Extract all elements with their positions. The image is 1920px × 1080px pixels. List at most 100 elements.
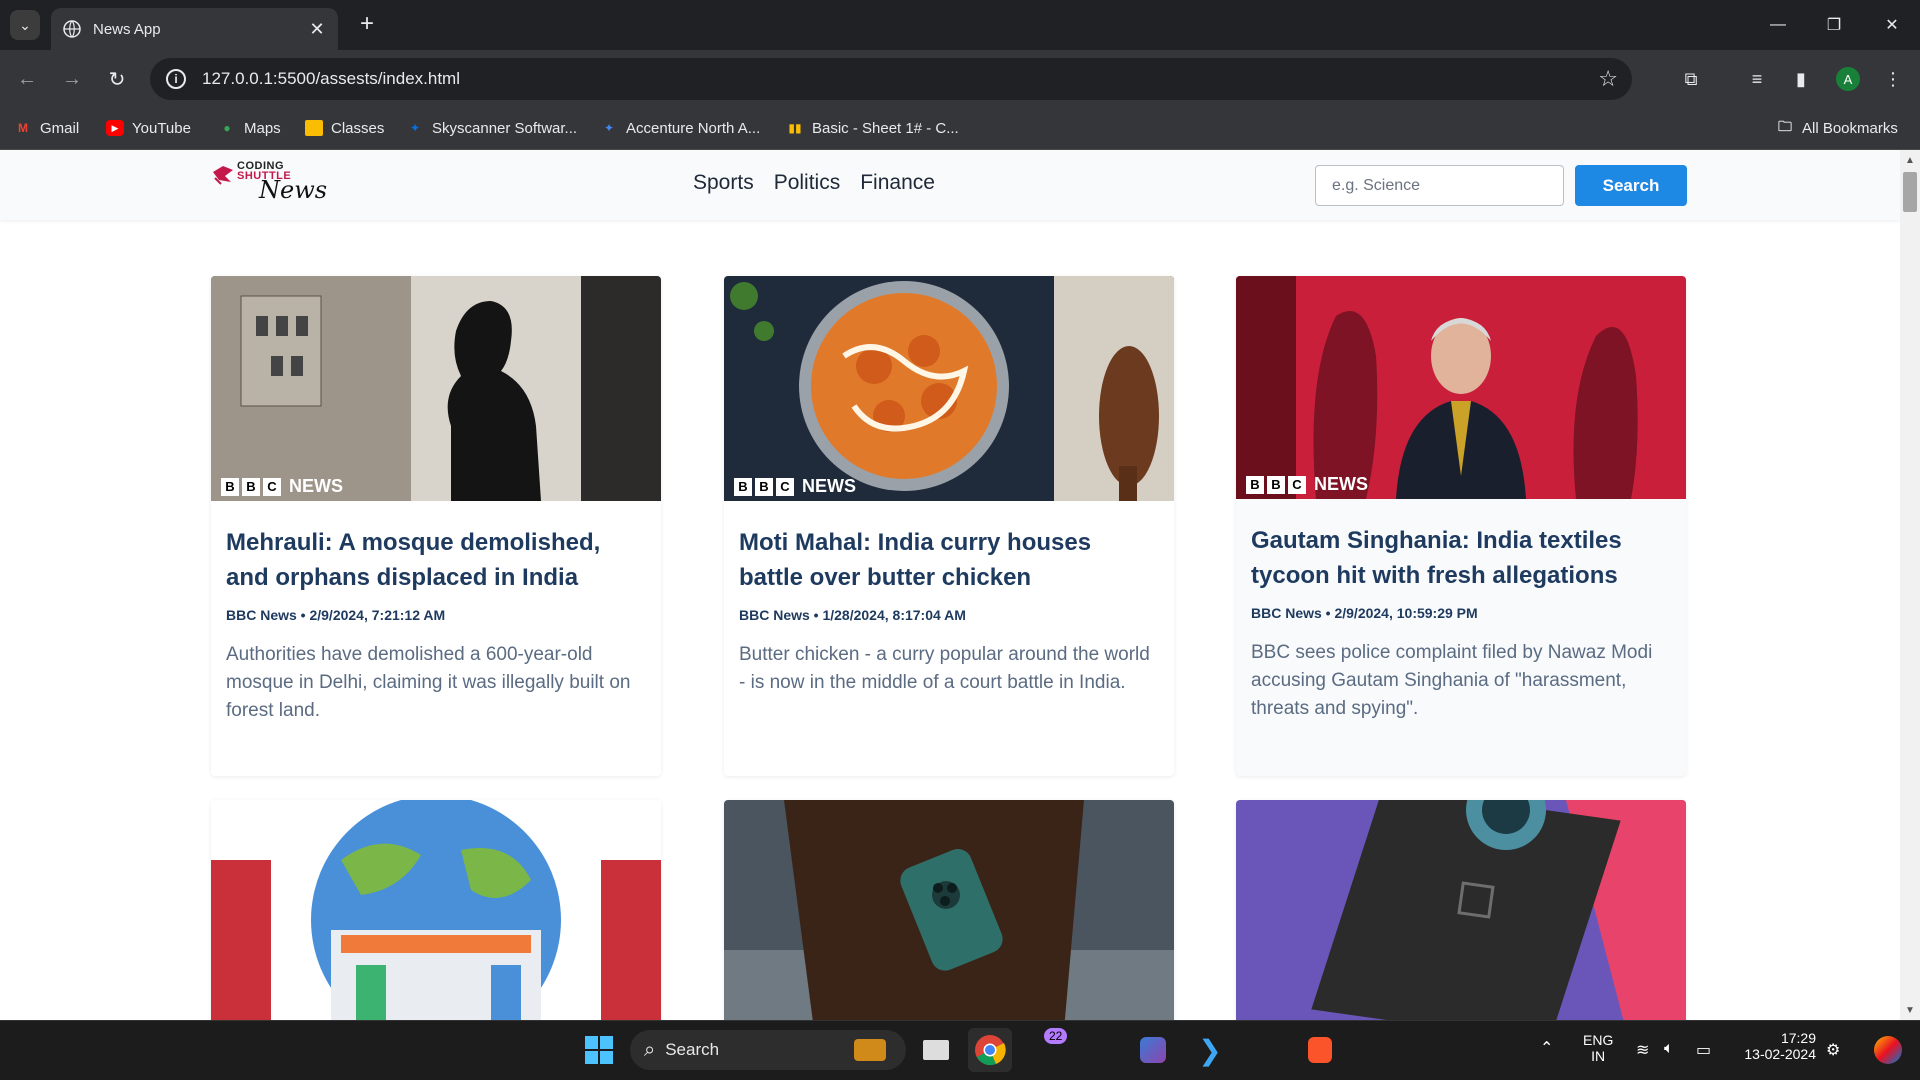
main-nav: Sports Politics Finance bbox=[693, 171, 935, 195]
address-bar[interactable]: i 127.0.0.1:5500/assests/index.html ☆ bbox=[150, 58, 1632, 100]
news-card[interactable] bbox=[724, 800, 1174, 1020]
news-photo bbox=[1236, 800, 1686, 1020]
profile-avatar[interactable]: A bbox=[1836, 67, 1860, 91]
language-indicator[interactable]: ENG IN bbox=[1583, 1032, 1613, 1064]
briefcase-icon bbox=[854, 1039, 886, 1061]
url-text: 127.0.0.1:5500/assests/index.html bbox=[202, 69, 460, 88]
tab-search-button[interactable]: ⌄ bbox=[10, 10, 40, 40]
nav-politics[interactable]: Politics bbox=[774, 171, 841, 195]
folder-icon: 🗀 bbox=[1778, 118, 1792, 134]
news-card-title[interactable]: Gautam Singhania: India textiles tycoon … bbox=[1251, 523, 1671, 593]
site-header: CODING SHUTTLE News Sports Politics Fina… bbox=[0, 150, 1900, 220]
bookmark-classes[interactable]: Classes bbox=[305, 116, 384, 140]
reload-icon: ↻ bbox=[108, 68, 126, 91]
accenture-icon: ✦ bbox=[603, 121, 615, 135]
chrome-taskbar-button[interactable] bbox=[968, 1028, 1012, 1072]
bar-chart-icon: ▮▮ bbox=[788, 121, 802, 135]
task-view-icon bbox=[923, 1040, 949, 1060]
tab-title: News App bbox=[93, 20, 161, 38]
reload-button[interactable]: ↻ bbox=[102, 64, 132, 94]
news-card-meta: BBC News • 2/9/2024, 7:21:12 AM bbox=[226, 607, 446, 623]
restore-button[interactable]: ❐ bbox=[1806, 0, 1862, 50]
close-window-button[interactable]: ✕ bbox=[1864, 0, 1920, 50]
bookmark-sheet[interactable]: ▮▮ Basic - Sheet 1# - C... bbox=[786, 116, 958, 140]
news-card-description: BBC sees police complaint filed by Nawaz… bbox=[1251, 642, 1653, 719]
chevron-down-icon: ⌄ bbox=[19, 16, 31, 33]
bookmark-skyscanner[interactable]: ✦ Skyscanner Softwar... bbox=[406, 116, 577, 140]
vscode-icon: ❯ bbox=[1198, 1034, 1222, 1066]
copilot-preview-button[interactable] bbox=[1866, 1028, 1910, 1072]
scroll-up-icon[interactable]: ▲ bbox=[1903, 153, 1917, 167]
scroll-down-icon[interactable]: ▼ bbox=[1903, 1003, 1917, 1017]
brave-taskbar-button[interactable] bbox=[1298, 1028, 1342, 1072]
site-logo[interactable]: CODING SHUTTLE News bbox=[211, 158, 328, 206]
news-card-description: Authorities have demolished a 600-year-o… bbox=[226, 644, 631, 721]
bookmark-star-icon[interactable]: ☆ bbox=[1598, 66, 1618, 92]
news-card-meta: BBC News • 2/9/2024, 10:59:29 PM bbox=[1251, 605, 1478, 621]
globe-icon bbox=[63, 20, 81, 38]
extensions-icon[interactable]: ⧉ bbox=[1678, 66, 1704, 92]
news-card-title[interactable]: Moti Mahal: India curry houses battle ov… bbox=[739, 525, 1159, 595]
news-card[interactable]: BBC NEWS Gautam Singhania: India textile… bbox=[1236, 276, 1686, 776]
news-card-image: BBC NEWS bbox=[211, 276, 661, 501]
tray-chevron-up-icon[interactable]: ⌃ bbox=[1540, 1038, 1553, 1058]
taskbar bbox=[0, 1020, 1920, 1080]
scroll-thumb[interactable] bbox=[1903, 172, 1917, 212]
all-bookmarks[interactable]: 🗀 All Bookmarks bbox=[1776, 116, 1898, 140]
news-card[interactable]: BBC NEWS Mehrauli: A mosque demolished, … bbox=[211, 276, 661, 776]
news-card[interactable]: BBC NEWS Moti Mahal: India curry houses … bbox=[724, 276, 1174, 776]
news-card-title[interactable]: Mehrauli: A mosque demolished, and orpha… bbox=[226, 525, 646, 595]
bbc-news-badge: BBC NEWS bbox=[1246, 474, 1368, 495]
bookmark-youtube[interactable]: ▶ YouTube bbox=[106, 116, 191, 140]
bookmark-accenture[interactable]: ✦ Accenture North A... bbox=[600, 116, 760, 140]
close-tab-icon[interactable]: ✕ bbox=[308, 19, 326, 40]
volume-icon[interactable]: 🔈︎ bbox=[1664, 1040, 1674, 1058]
news-card-image: BBC NEWS bbox=[724, 276, 1174, 501]
minimize-button[interactable]: — bbox=[1750, 0, 1806, 50]
menu-kebab-icon[interactable]: ⋮ bbox=[1880, 66, 1906, 92]
back-button[interactable]: ← bbox=[12, 64, 42, 94]
arrow-right-icon: → bbox=[62, 67, 82, 90]
windows-start-button[interactable] bbox=[577, 1028, 621, 1072]
nav-sports[interactable]: Sports bbox=[693, 171, 754, 195]
news-card[interactable] bbox=[1236, 800, 1686, 1020]
forward-button[interactable]: → bbox=[57, 64, 87, 94]
news-card[interactable] bbox=[211, 800, 661, 1020]
maps-pin-icon: ● bbox=[223, 121, 231, 135]
copilot-colorful-icon bbox=[1874, 1036, 1902, 1064]
bookmark-gmail[interactable]: M Gmail bbox=[14, 116, 79, 140]
task-view-button[interactable] bbox=[914, 1028, 958, 1072]
page-scrollbar[interactable] bbox=[1900, 150, 1920, 1020]
side-panel-icon[interactable]: ▮ bbox=[1788, 66, 1814, 92]
logo-line-3: News bbox=[259, 176, 328, 204]
battery-icon[interactable]: ▭ bbox=[1696, 1040, 1711, 1060]
media-control-icon[interactable]: ≡ bbox=[1744, 66, 1770, 92]
vscode-taskbar-button[interactable]: ❯ bbox=[1188, 1028, 1232, 1072]
clock[interactable]: 17:29 13-02-2024 bbox=[1740, 1030, 1816, 1062]
brave-icon bbox=[1308, 1037, 1332, 1063]
news-card-meta: BBC News • 1/28/2024, 8:17:04 AM bbox=[739, 607, 966, 623]
browser-tab[interactable]: News App ✕ bbox=[51, 8, 338, 50]
nav-finance[interactable]: Finance bbox=[860, 171, 935, 195]
classroom-icon bbox=[305, 120, 323, 136]
notification-count: 22 bbox=[1044, 1028, 1068, 1044]
news-photo bbox=[724, 276, 1174, 501]
gmail-icon: M bbox=[18, 121, 28, 135]
taskbar-search[interactable]: ⌕ Search bbox=[630, 1030, 906, 1070]
notifications-app-button[interactable]: 22 bbox=[1022, 1028, 1068, 1072]
bookmarks-bar bbox=[0, 108, 1920, 150]
settings-gear-icon[interactable]: ⚙ bbox=[1826, 1040, 1840, 1060]
windows-logo-icon bbox=[585, 1036, 613, 1064]
copilot-button[interactable] bbox=[1131, 1028, 1175, 1072]
search-button[interactable]: Search bbox=[1575, 165, 1687, 206]
news-photo bbox=[211, 276, 661, 501]
search-input[interactable] bbox=[1315, 165, 1564, 206]
site-info-icon[interactable]: i bbox=[166, 69, 186, 89]
chrome-icon bbox=[975, 1035, 1006, 1066]
bookmark-maps[interactable]: ● Maps bbox=[218, 116, 280, 140]
wifi-icon[interactable]: ≋ bbox=[1636, 1040, 1649, 1060]
new-tab-button[interactable]: + bbox=[352, 9, 382, 39]
news-card-description: Butter chicken - a curry popular around … bbox=[739, 644, 1150, 693]
arrow-left-icon: ← bbox=[17, 67, 37, 90]
news-photo bbox=[724, 800, 1174, 1020]
